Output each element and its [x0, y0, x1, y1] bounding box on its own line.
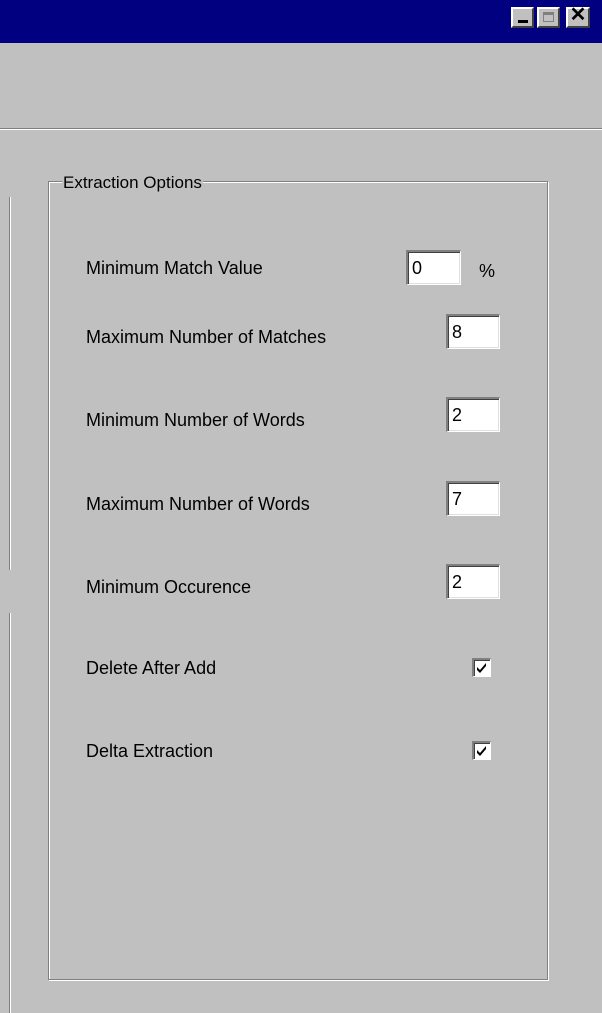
minimum-number-of-words-label: Minimum Number of Words	[86, 410, 305, 430]
left-panel-edge-bottom	[0, 613, 10, 1013]
delta-extraction-label: Delta Extraction	[86, 741, 214, 761]
maximize-icon	[543, 12, 554, 22]
percent-unit-label: %	[479, 261, 496, 281]
close-button[interactable]: ✕	[566, 4, 590, 28]
minimum-match-value-input[interactable]	[406, 250, 461, 285]
extraction-options-title: Extraction Options	[62, 172, 203, 194]
minimum-occurence-input[interactable]	[446, 564, 500, 599]
delta-extraction-checkbox[interactable]	[472, 741, 491, 760]
minimum-match-value-label: Minimum Match Value	[86, 258, 263, 278]
maximum-number-of-words-input[interactable]	[446, 481, 500, 516]
delete-after-add-label: Delete After Add	[86, 658, 217, 678]
toolbar-divider-highlight	[0, 129, 602, 130]
minimize-button[interactable]	[511, 7, 534, 28]
title-bar: ✕	[0, 0, 602, 43]
minimum-occurence-label: Minimum Occurence	[86, 577, 252, 597]
maximum-number-of-matches-label: Maximum Number of Matches	[86, 327, 327, 347]
delete-after-add-checkbox[interactable]	[472, 658, 491, 677]
checkmark-icon	[477, 663, 486, 673]
minimum-number-of-words-input[interactable]	[446, 397, 500, 432]
minimize-icon	[518, 20, 528, 23]
maximum-number-of-matches-input[interactable]	[446, 314, 500, 349]
toolbar-area	[0, 43, 602, 128]
maximize-button[interactable]	[537, 7, 560, 28]
left-panel-edge-top	[0, 197, 10, 570]
maximum-number-of-words-label: Maximum Number of Words	[86, 494, 310, 514]
close-icon: ✕	[569, 4, 587, 26]
checkmark-icon	[477, 746, 486, 756]
